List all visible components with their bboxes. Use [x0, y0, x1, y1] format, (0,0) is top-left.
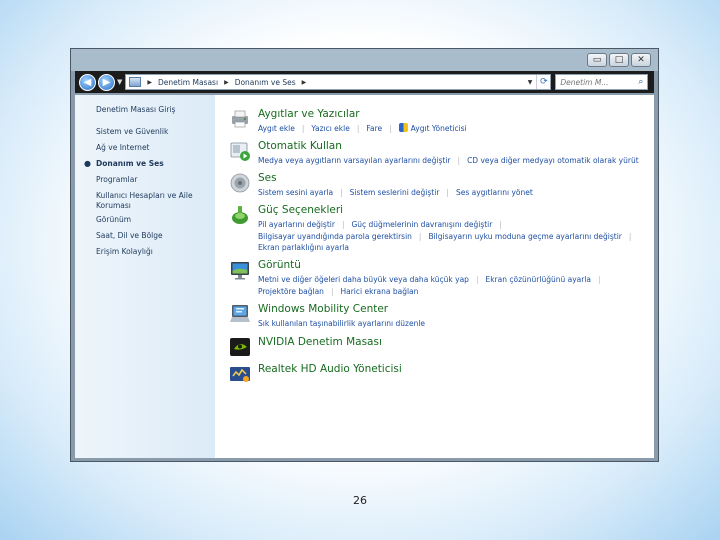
category-title[interactable]: Realtek HD Audio Yöneticisi — [258, 363, 402, 375]
link-manage-audio-devices[interactable]: Ses aygıtlarını yönet — [456, 188, 533, 197]
autoplay-icon[interactable] — [229, 140, 251, 162]
breadcrumb[interactable]: ▶ Denetim Masası ▶ Donanım ve Ses ▶ ▼ ⟳ — [125, 74, 552, 90]
active-bullet-icon: ● — [84, 159, 91, 168]
search-input[interactable] — [560, 77, 627, 87]
link-change-system-sounds[interactable]: Sistem seslerini değiştir — [350, 188, 440, 197]
close-button[interactable]: ✕ — [631, 53, 651, 67]
control-panel-window: ▭ □ ✕ ◀ ▶ ▼ ▶ Denetim Masası ▶ Donanım v… — [70, 48, 659, 462]
sidebar-item-label: Donanım ve Ses — [96, 159, 164, 168]
category-title[interactable]: Otomatik Kullan — [258, 140, 342, 152]
refresh-icon[interactable]: ⟳ — [536, 75, 550, 89]
sidebar-item-clock-language-region[interactable]: Saat, Dil ve Bölge — [96, 231, 206, 241]
breadcrumb-chevron-right-icon[interactable]: ▶ — [224, 79, 229, 86]
breadcrumb-chevron-right-icon[interactable]: ▶ — [302, 79, 307, 86]
sidebar-item-network-internet[interactable]: Ağ ve Internet — [96, 143, 206, 153]
breadcrumb-chevron-right-icon[interactable]: ▶ — [147, 79, 152, 86]
link-device-manager[interactable]: Aygıt Yöneticisi — [411, 124, 467, 133]
nvidia-icon[interactable] — [229, 336, 251, 358]
link-mouse[interactable]: Fare — [366, 124, 382, 133]
link-add-printer[interactable]: Yazıcı ekle — [311, 124, 349, 133]
slide-page-number: 26 — [353, 494, 367, 507]
speaker-icon[interactable] — [229, 172, 251, 194]
category-title[interactable]: Güç Seçenekleri — [258, 204, 343, 216]
uac-shield-icon — [398, 123, 408, 132]
category-title[interactable]: Ses — [258, 172, 277, 184]
link-adjust-resolution[interactable]: Ekran çözünürlüğünü ayarla — [485, 275, 591, 284]
sidebar-item-programs[interactable]: Programlar — [96, 175, 206, 185]
recent-pages-chevron-down-icon[interactable]: ▼ — [117, 78, 122, 86]
link-change-sleep-settings[interactable]: Bilgisayarın uyku moduna geçme ayarların… — [428, 232, 621, 241]
link-connect-projector[interactable]: Projektöre bağlan — [258, 287, 324, 296]
link-adjust-system-volume[interactable]: Sistem sesini ayarla — [258, 188, 333, 197]
maximize-button[interactable]: □ — [609, 53, 629, 67]
title-bar: ▭ □ ✕ — [71, 49, 658, 71]
breadcrumb-control-panel[interactable]: Denetim Masası — [158, 78, 218, 87]
category-title[interactable]: Windows Mobility Center — [258, 303, 388, 315]
link-change-battery-settings[interactable]: Pil ayarlarını değiştir — [258, 220, 335, 229]
breadcrumb-hardware-sound[interactable]: Donanım ve Ses — [235, 78, 296, 87]
address-dropdown-chevron-down-icon[interactable]: ▼ — [528, 79, 533, 86]
search-box[interactable]: ⌕ — [555, 74, 649, 90]
sidebar-item-control-panel-home[interactable]: Denetim Masası Giriş — [96, 105, 206, 115]
sidebar-item-system-security[interactable]: Sistem ve Güvenlik — [96, 127, 206, 137]
back-button[interactable]: ◀ — [79, 73, 96, 91]
link-adjust-mobility-settings[interactable]: Sık kullanılan taşınabilirlik ayarlarını… — [258, 319, 425, 328]
link-add-device[interactable]: Aygıt ekle — [258, 124, 295, 133]
link-connect-external-display[interactable]: Harici ekrana bağlan — [340, 287, 418, 296]
category-title[interactable]: Görüntü — [258, 259, 301, 271]
mobility-center-icon[interactable] — [229, 303, 251, 325]
sidebar-item-user-accounts[interactable]: Kullanıcı Hesapları ve Aile Koruması — [96, 191, 206, 211]
forward-button[interactable]: ▶ — [98, 73, 115, 91]
sidebar-item-ease-of-access[interactable]: Erişim Kolaylığı — [96, 247, 206, 257]
minimize-button[interactable]: ▭ — [587, 53, 607, 67]
link-change-power-buttons[interactable]: Güç düğmelerinin davranışını değiştir — [351, 220, 492, 229]
search-icon[interactable]: ⌕ — [638, 77, 643, 87]
sidebar: Denetim Masası Giriş Sistem ve Güvenlik … — [75, 95, 215, 458]
link-require-password-on-wake[interactable]: Bilgisayar uyandığında parola gerektirsi… — [258, 232, 412, 241]
control-panel-icon — [129, 77, 142, 87]
link-change-media-defaults[interactable]: Medya veya aygıtların varsayılan ayarlar… — [258, 156, 451, 165]
main-content: Aygıtlar ve Yazıcılar Aygıt ekle | Yazıcı … — [215, 95, 654, 458]
sidebar-item-hardware-sound[interactable]: ● Donanım ve Ses — [84, 159, 206, 169]
link-autoplay-cd[interactable]: CD veya diğer medyayı otomatik olarak yü… — [467, 156, 639, 165]
address-bar: ◀ ▶ ▼ ▶ Denetim Masası ▶ Donanım ve Ses … — [75, 71, 654, 93]
display-icon[interactable] — [229, 259, 251, 281]
category-title[interactable]: NVIDIA Denetim Masası — [258, 336, 382, 348]
category-title[interactable]: Aygıtlar ve Yazıcılar — [258, 108, 360, 120]
realtek-audio-icon[interactable] — [229, 363, 251, 385]
link-text-size[interactable]: Metni ve diğer öğeleri daha büyük veya d… — [258, 275, 469, 284]
sidebar-item-appearance[interactable]: Görünüm — [96, 215, 206, 225]
printer-icon[interactable] — [229, 108, 251, 130]
power-options-icon[interactable] — [229, 204, 251, 226]
link-adjust-screen-brightness[interactable]: Ekran parlaklığını ayarla — [258, 243, 349, 252]
